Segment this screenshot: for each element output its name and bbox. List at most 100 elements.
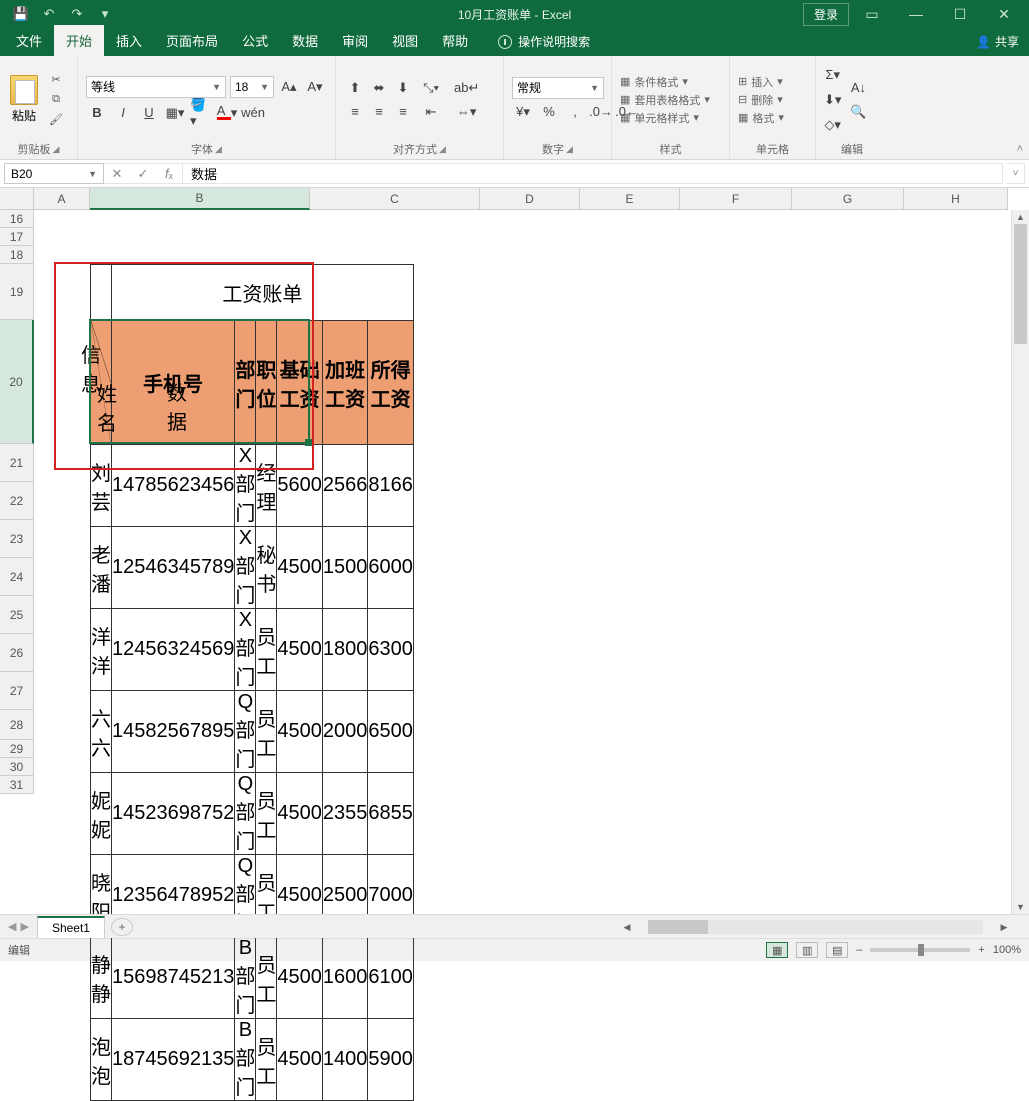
align-bottom-icon[interactable]: ⬇ — [392, 77, 414, 99]
number-format-combo[interactable]: 常规▼ — [512, 77, 604, 99]
conditional-format-button[interactable]: ▦条件格式▾ — [620, 74, 710, 90]
accounting-format-icon[interactable]: ¥▾ — [512, 101, 534, 123]
col-header-E[interactable]: E — [580, 188, 680, 210]
login-button[interactable]: 登录 — [803, 3, 849, 26]
share-button[interactable]: 👤共享 — [976, 33, 1019, 50]
decrease-indent-icon[interactable]: ⇤ — [420, 101, 442, 123]
align-top-icon[interactable]: ⬆ — [344, 77, 366, 99]
format-as-table-button[interactable]: ▦套用表格格式▾ — [620, 92, 710, 108]
page-layout-view-icon[interactable]: ▥ — [796, 942, 818, 958]
formula-input[interactable]: 数据 — [183, 163, 1003, 184]
close-icon[interactable]: ✕ — [983, 0, 1025, 28]
paste-button[interactable]: 粘贴 — [8, 73, 40, 126]
cut-icon[interactable]: ✂ — [46, 71, 66, 89]
increase-decimal-icon[interactable]: .0→ — [590, 101, 612, 123]
fill-icon[interactable]: ⬇▾ — [824, 89, 841, 111]
bold-button[interactable]: B — [86, 102, 108, 124]
name-box[interactable]: B20▼ — [4, 163, 104, 184]
number-dialog-icon[interactable]: ◢ — [566, 144, 573, 155]
fill-color-icon[interactable]: 🪣▾ — [190, 102, 212, 124]
percent-icon[interactable]: % — [538, 101, 560, 123]
font-color-icon[interactable]: A▾ — [216, 102, 238, 124]
col-header-D[interactable]: D — [480, 188, 580, 210]
insert-function-icon[interactable]: fₓ — [156, 166, 182, 181]
row-header-22[interactable]: 22 — [0, 482, 34, 520]
col-header-F[interactable]: F — [680, 188, 792, 210]
wrap-text-icon[interactable]: ab↵ — [454, 77, 479, 99]
row-header-26[interactable]: 26 — [0, 634, 34, 672]
zoom-out-icon[interactable]: – — [856, 944, 862, 956]
row-header-21[interactable]: 21 — [0, 444, 34, 482]
decrease-font-icon[interactable]: A▾ — [304, 76, 326, 98]
maximize-icon[interactable]: ☐ — [939, 0, 981, 28]
copy-icon[interactable]: ⧉ — [46, 91, 66, 109]
font-name-combo[interactable]: 等线▼ — [86, 76, 226, 98]
italic-button[interactable]: I — [112, 102, 134, 124]
tab-formulas[interactable]: 公式 — [230, 25, 280, 56]
zoom-in-icon[interactable]: + — [978, 944, 984, 956]
cell-styles-button[interactable]: ▦单元格样式▾ — [620, 110, 710, 126]
tab-file[interactable]: 文件 — [4, 25, 54, 56]
zoom-knob[interactable] — [918, 944, 924, 956]
sheet-tab-active[interactable]: Sheet1 — [37, 916, 105, 938]
underline-button[interactable]: U — [138, 102, 160, 124]
align-center-icon[interactable]: ≡ — [368, 101, 390, 123]
save-icon[interactable]: 💾 — [10, 3, 32, 25]
tab-help[interactable]: 帮助 — [430, 25, 480, 56]
tab-page-layout[interactable]: 页面布局 — [154, 25, 230, 56]
row-header-18[interactable]: 18 — [0, 246, 34, 264]
row-header-17[interactable]: 17 — [0, 228, 34, 246]
col-header-C[interactable]: C — [310, 188, 480, 210]
scroll-thumb[interactable] — [1014, 224, 1027, 344]
tell-me-search[interactable]: 操作说明搜索 — [490, 27, 598, 56]
sheet-prev-icon[interactable]: ◀ — [8, 920, 16, 933]
tab-data[interactable]: 数据 — [280, 25, 330, 56]
align-right-icon[interactable]: ≡ — [392, 101, 414, 123]
row-header-29[interactable]: 29 — [0, 740, 34, 758]
scroll-left-icon[interactable]: ◀ — [620, 922, 634, 933]
col-header-H[interactable]: H — [904, 188, 1008, 210]
row-header-27[interactable]: 27 — [0, 672, 34, 710]
find-select-icon[interactable]: 🔍 — [847, 101, 869, 123]
tab-review[interactable]: 审阅 — [330, 25, 380, 56]
select-all-corner[interactable] — [0, 188, 34, 210]
vertical-scrollbar[interactable]: ▲ ▼ — [1011, 210, 1029, 914]
cancel-edit-icon[interactable]: ✕ — [104, 166, 130, 182]
expand-formula-bar-icon[interactable]: ˅ — [1007, 163, 1025, 184]
alignment-dialog-icon[interactable]: ◢ — [439, 144, 446, 155]
collapse-ribbon-icon[interactable]: ˄ — [1017, 143, 1023, 155]
normal-view-icon[interactable]: ▦ — [766, 942, 788, 958]
row-header-20[interactable]: 20 — [0, 320, 34, 444]
zoom-slider[interactable] — [870, 948, 970, 952]
scroll-up-icon[interactable]: ▲ — [1012, 210, 1029, 224]
col-header-G[interactable]: G — [792, 188, 904, 210]
redo-icon[interactable]: ↷ — [66, 3, 88, 25]
confirm-edit-icon[interactable]: ✓ — [130, 166, 156, 182]
undo-icon[interactable]: ↶ — [38, 3, 60, 25]
row-header-25[interactable]: 25 — [0, 596, 34, 634]
clear-icon[interactable]: ◇▾ — [824, 114, 841, 136]
font-size-combo[interactable]: 18▼ — [230, 76, 274, 98]
delete-cells-button[interactable]: ⊟删除▾ — [738, 92, 784, 108]
col-header-B[interactable]: B — [90, 188, 310, 210]
sheet-next-icon[interactable]: ▶ — [20, 920, 28, 933]
orientation-icon[interactable]: ⤡▾ — [420, 77, 442, 99]
align-left-icon[interactable]: ≡ — [344, 101, 366, 123]
hscroll-thumb[interactable] — [648, 920, 708, 934]
minimize-icon[interactable]: — — [895, 0, 937, 28]
clipboard-dialog-icon[interactable]: ◢ — [53, 144, 60, 155]
scroll-down-icon[interactable]: ▼ — [1012, 900, 1029, 914]
font-dialog-icon[interactable]: ◢ — [215, 144, 222, 155]
row-header-30[interactable]: 30 — [0, 758, 34, 776]
tab-view[interactable]: 视图 — [380, 25, 430, 56]
row-header-24[interactable]: 24 — [0, 558, 34, 596]
row-header-19[interactable]: 19 — [0, 264, 34, 320]
scroll-right-icon[interactable]: ▶ — [997, 922, 1011, 933]
format-painter-icon[interactable]: 🖌 — [46, 111, 66, 129]
col-header-A[interactable]: A — [34, 188, 90, 210]
insert-cells-button[interactable]: ⊞插入▾ — [738, 74, 784, 90]
ribbon-options-icon[interactable]: ▭ — [851, 0, 893, 28]
increase-font-icon[interactable]: A▴ — [278, 76, 300, 98]
row-header-31[interactable]: 31 — [0, 776, 34, 794]
align-middle-icon[interactable]: ⬌ — [368, 77, 390, 99]
